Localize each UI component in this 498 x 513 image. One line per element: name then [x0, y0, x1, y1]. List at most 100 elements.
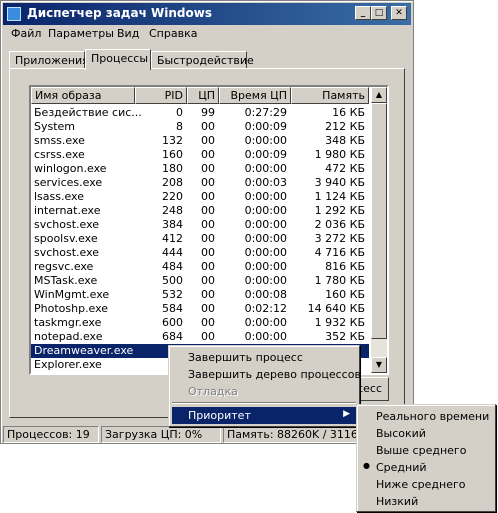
- cell-mem: 352 КБ: [325, 330, 365, 343]
- col-pid[interactable]: PID: [135, 87, 187, 104]
- process-row[interactable]: System 8 00 0:00:09 212 КБ: [31, 120, 369, 134]
- cell-pid: 384: [162, 218, 183, 231]
- scroll-up-icon[interactable]: ▲: [371, 87, 387, 103]
- menu-view[interactable]: Вид: [117, 27, 139, 40]
- cell-name: lsass.exe: [34, 190, 84, 203]
- scroll-thumb[interactable]: [371, 103, 387, 339]
- cell-name: csrss.exe: [34, 148, 85, 161]
- context-menu: Завершить процесс Завершить дерево проце…: [168, 345, 361, 427]
- process-row[interactable]: svchost.exe 384 00 0:00:00 2 036 КБ: [31, 218, 369, 232]
- priority-item[interactable]: Выше среднего: [360, 442, 492, 459]
- cell-pid: 132: [162, 134, 183, 147]
- cell-cpu: 00: [201, 148, 215, 161]
- tab-applications[interactable]: Приложения: [9, 51, 89, 69]
- cell-name: notepad.exe: [34, 330, 103, 343]
- tab-performance[interactable]: Быстродействие: [151, 51, 254, 69]
- cell-time: 0:00:00: [244, 218, 287, 231]
- col-cpu[interactable]: ЦП: [187, 87, 219, 104]
- cell-cpu: 00: [201, 120, 215, 133]
- cell-name: Бездействие сис...: [34, 106, 142, 119]
- cell-pid: 484: [162, 260, 183, 273]
- cell-name: winlogon.exe: [34, 162, 107, 175]
- cell-pid: 412: [162, 232, 183, 245]
- cell-cpu: 00: [201, 288, 215, 301]
- cell-mem: 1 980 КБ: [314, 148, 365, 161]
- cell-pid: 220: [162, 190, 183, 203]
- menu-end-process-tree[interactable]: Завершить дерево процессов: [172, 366, 361, 383]
- process-row[interactable]: services.exe 208 00 0:00:03 3 940 КБ: [31, 176, 369, 190]
- cell-time: 0:00:00: [244, 246, 287, 259]
- vertical-scrollbar[interactable]: ▲ ▼: [371, 87, 387, 373]
- priority-item[interactable]: Низкий: [360, 493, 492, 510]
- cell-mem: 1 124 КБ: [314, 190, 365, 203]
- window-title: Диспетчер задач Windows: [27, 6, 212, 20]
- menu-file[interactable]: Файл: [11, 27, 41, 40]
- process-row[interactable]: winlogon.exe 180 00 0:00:00 472 КБ: [31, 162, 369, 176]
- cell-pid: 444: [162, 246, 183, 259]
- menu-priority[interactable]: Приоритет ▶: [172, 407, 356, 424]
- cell-time: 0:00:00: [244, 316, 287, 329]
- cell-pid: 532: [162, 288, 183, 301]
- process-row[interactable]: Photoshp.exe 584 00 0:02:12 14 640 КБ: [31, 302, 369, 316]
- process-row[interactable]: svchost.exe 444 00 0:00:00 4 716 КБ: [31, 246, 369, 260]
- cell-mem: 212 КБ: [325, 120, 365, 133]
- cell-name: regsvc.exe: [34, 260, 94, 273]
- cell-pid: 180: [162, 162, 183, 175]
- priority-item[interactable]: Ниже среднего: [360, 476, 492, 493]
- process-row[interactable]: spoolsv.exe 412 00 0:00:00 3 272 КБ: [31, 232, 369, 246]
- cell-mem: 348 КБ: [325, 134, 365, 147]
- cell-mem: 2 036 КБ: [314, 218, 365, 231]
- cell-name: internat.exe: [34, 204, 101, 217]
- cell-mem: 3 272 КБ: [314, 232, 365, 245]
- cell-mem: 4 716 КБ: [314, 246, 365, 259]
- process-row[interactable]: internat.exe 248 00 0:00:00 1 292 КБ: [31, 204, 369, 218]
- cell-name: services.exe: [34, 176, 103, 189]
- cell-name: svchost.exe: [34, 218, 100, 231]
- process-row[interactable]: Бездействие сис... 0 99 0:27:29 16 КБ: [31, 106, 369, 120]
- cell-time: 0:00:00: [244, 232, 287, 245]
- priority-item[interactable]: Реального времени: [360, 408, 492, 425]
- tab-processes[interactable]: Процессы: [85, 49, 151, 70]
- radio-dot-icon: ●: [363, 461, 370, 470]
- priority-item[interactable]: ● Средний: [360, 459, 492, 476]
- menu-end-process[interactable]: Завершить процесс: [172, 349, 356, 366]
- cell-mem: 14 640 КБ: [307, 302, 365, 315]
- cell-cpu: 00: [201, 218, 215, 231]
- minimize-button[interactable]: _: [355, 6, 371, 20]
- maximize-button[interactable]: □: [371, 6, 387, 20]
- title-bar[interactable]: Диспетчер задач Windows _ □ ✕: [3, 3, 411, 25]
- menu-help[interactable]: Справка: [149, 27, 197, 40]
- menu-bar: Файл Параметры Вид Справка: [3, 25, 411, 43]
- process-row[interactable]: WinMgmt.exe 532 00 0:00:08 160 КБ: [31, 288, 369, 302]
- process-list[interactable]: Имя образа PID ЦП Время ЦП Память Бездей…: [29, 85, 389, 375]
- cell-mem: 16 КБ: [332, 106, 365, 119]
- process-row[interactable]: smss.exe 132 00 0:00:00 348 КБ: [31, 134, 369, 148]
- cell-pid: 684: [162, 330, 183, 343]
- process-row[interactable]: MSTask.exe 500 00 0:00:00 1 780 КБ: [31, 274, 369, 288]
- process-row[interactable]: csrss.exe 160 00 0:00:09 1 980 КБ: [31, 148, 369, 162]
- process-row[interactable]: notepad.exe 684 00 0:00:00 352 КБ: [31, 330, 369, 344]
- cell-name: spoolsv.exe: [34, 232, 98, 245]
- cell-name: smss.exe: [34, 134, 85, 147]
- cell-mem: 3 940 КБ: [314, 176, 365, 189]
- scroll-down-icon[interactable]: ▼: [371, 357, 387, 373]
- priority-item[interactable]: Высокий: [360, 425, 492, 442]
- cell-time: 0:00:00: [244, 134, 287, 147]
- process-row[interactable]: regsvc.exe 484 00 0:00:00 816 КБ: [31, 260, 369, 274]
- menu-options[interactable]: Параметры: [48, 27, 114, 40]
- cell-name: Dreamweaver.exe: [34, 344, 134, 357]
- cell-cpu: 00: [201, 260, 215, 273]
- col-image-name[interactable]: Имя образа: [31, 87, 135, 104]
- process-row[interactable]: lsass.exe 220 00 0:00:00 1 124 КБ: [31, 190, 369, 204]
- col-cpu-time[interactable]: Время ЦП: [219, 87, 291, 104]
- cell-name: System: [34, 120, 76, 133]
- priority-item-label: Ниже среднего: [376, 478, 466, 491]
- close-button[interactable]: ✕: [391, 6, 407, 20]
- col-memory[interactable]: Память: [291, 87, 369, 104]
- cell-cpu: 00: [201, 274, 215, 287]
- process-row[interactable]: taskmgr.exe 600 00 0:00:00 1 932 КБ: [31, 316, 369, 330]
- cell-cpu: 00: [201, 232, 215, 245]
- cell-cpu: 00: [201, 190, 215, 203]
- cell-mem: 1 932 КБ: [314, 316, 365, 329]
- cell-name: Explorer.exe: [34, 358, 102, 371]
